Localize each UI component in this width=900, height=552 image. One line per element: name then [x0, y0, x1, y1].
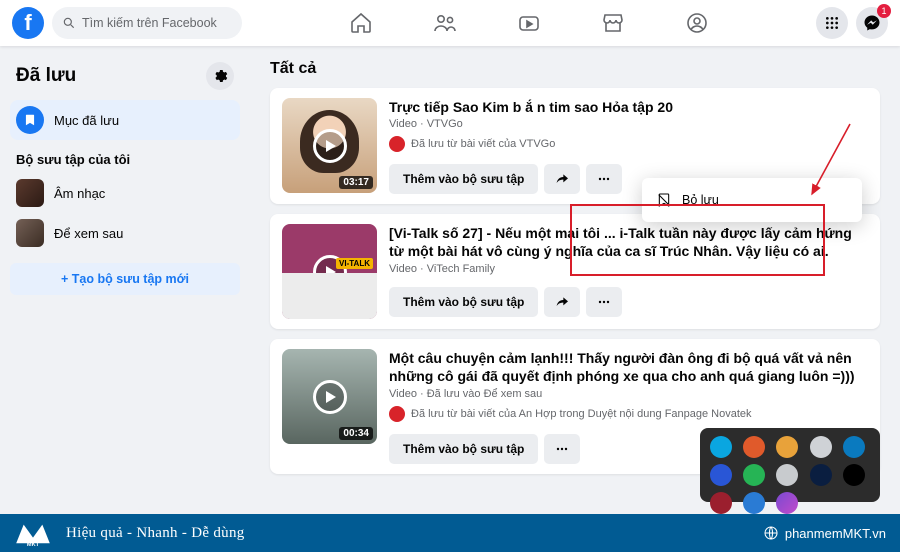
item-meta: Video · Đã lưu vào Để xem sau [389, 388, 868, 400]
item-meta: Video · VTVGo [389, 118, 868, 130]
unsave-icon [656, 192, 672, 208]
header-right: 1 [816, 7, 888, 39]
unsave-item[interactable]: Bỏ lưu [642, 184, 862, 216]
marketplace-icon[interactable] [601, 11, 625, 35]
sidebar-item-label: Để xem sau [54, 226, 123, 241]
thumb-tag: VI-TALK [336, 258, 373, 269]
tray-app[interactable] [710, 464, 732, 486]
sidebar-item-label: Mục đã lưu [54, 113, 119, 128]
home-icon[interactable] [349, 11, 373, 35]
sidebar-item-saved[interactable]: Mục đã lưu [10, 100, 240, 140]
footer-site[interactable]: phanmemMKT.vn [763, 525, 886, 541]
tray-app[interactable] [810, 464, 832, 486]
search-icon [62, 16, 76, 30]
tray-app[interactable] [776, 492, 798, 514]
tray-app[interactable] [743, 464, 765, 486]
friends-icon[interactable] [433, 11, 457, 35]
item-title[interactable]: Trực tiếp Sao Kim b ắ n tim sao Hỏa tập … [389, 98, 868, 116]
search-placeholder: Tìm kiếm trên Facebook [82, 16, 217, 30]
settings-button[interactable] [206, 62, 234, 90]
item-title[interactable]: [Vi-Talk số 27] - Nếu một mai tôi ... i-… [389, 224, 868, 260]
item-source: Đã lưu từ bài viết của VTVGo [389, 136, 868, 152]
page-avatar [389, 406, 405, 422]
item-title[interactable]: Một câu chuyện cảm lạnh!!! Thấy người đà… [389, 349, 868, 385]
watch-icon[interactable] [517, 11, 541, 35]
tray-app[interactable] [776, 436, 798, 458]
add-to-collection-button[interactable]: Thêm vào bộ sưu tập [389, 434, 538, 464]
svg-text:MKT: MKT [27, 542, 40, 547]
groups-icon[interactable] [685, 11, 709, 35]
more-button[interactable] [586, 287, 622, 317]
sidebar-collection-watchlater[interactable]: Để xem sau [10, 213, 240, 253]
collection-thumb [16, 219, 44, 247]
saved-item: VI-TALK 06:44 [Vi-Talk số 27] - Nếu một … [270, 214, 880, 329]
new-collection-button[interactable]: + Tạo bộ sưu tập mới [10, 263, 240, 295]
tray-app[interactable] [776, 464, 798, 486]
messenger-icon[interactable]: 1 [856, 7, 888, 39]
saved-item: 03:17 Trực tiếp Sao Kim b ắ n tim sao Hỏ… [270, 88, 880, 204]
item-meta: Video · ViTech Family [389, 263, 868, 275]
tray-app[interactable] [710, 492, 732, 514]
tray-app[interactable] [743, 492, 765, 514]
tray-app[interactable] [743, 436, 765, 458]
play-icon [313, 380, 347, 414]
search-input[interactable]: Tìm kiếm trên Facebook [52, 7, 242, 39]
mkt-footer: MKT Hiệu quả - Nhanh - Dễ dùng phanmemMK… [0, 514, 900, 552]
more-button[interactable] [544, 434, 580, 464]
tray-app[interactable] [710, 436, 732, 458]
app-tray [700, 428, 880, 502]
facebook-logo[interactable]: f [12, 7, 44, 39]
messenger-badge: 1 [877, 4, 891, 18]
more-popover: Bỏ lưu [642, 178, 862, 222]
footer-slogan: Hiệu quả - Nhanh - Dễ dùng [66, 525, 763, 542]
video-thumbnail[interactable]: VI-TALK 06:44 [282, 224, 377, 319]
apps-menu-icon[interactable] [816, 7, 848, 39]
collection-thumb [16, 179, 44, 207]
main-heading: Tất cả [270, 60, 880, 78]
page-title: Đã lưu [16, 65, 76, 87]
share-button[interactable] [544, 164, 580, 194]
play-icon [313, 129, 347, 163]
share-button[interactable] [544, 287, 580, 317]
video-duration: 00:34 [339, 427, 373, 440]
sidebar-item-label: Âm nhạc [54, 186, 105, 201]
sidebar-collection-music[interactable]: Âm nhạc [10, 173, 240, 213]
tray-app[interactable] [810, 436, 832, 458]
bookmark-icon [16, 106, 44, 134]
add-to-collection-button[interactable]: Thêm vào bộ sưu tập [389, 164, 538, 194]
video-duration: 03:17 [339, 176, 373, 189]
tray-app[interactable] [843, 464, 865, 486]
more-button[interactable] [586, 164, 622, 194]
globe-icon [763, 525, 779, 541]
sidebar: Đã lưu Mục đã lưu Bộ sưu tập của tôi Âm … [0, 46, 250, 506]
item-source: Đã lưu từ bài viết của An Hợp trong Duyệ… [389, 406, 868, 422]
video-thumbnail[interactable]: 00:34 [282, 349, 377, 444]
tray-app[interactable] [843, 436, 865, 458]
video-thumbnail[interactable]: 03:17 [282, 98, 377, 193]
add-to-collection-button[interactable]: Thêm vào bộ sưu tập [389, 287, 538, 317]
video-duration: 06:44 [339, 302, 373, 315]
mkt-logo: MKT [14, 518, 52, 548]
page-avatar [389, 136, 405, 152]
sidebar-section-label: Bộ sưu tập của tôi [10, 140, 240, 173]
center-nav [242, 11, 816, 35]
top-header: f Tìm kiếm trên Facebook 1 [0, 0, 900, 46]
